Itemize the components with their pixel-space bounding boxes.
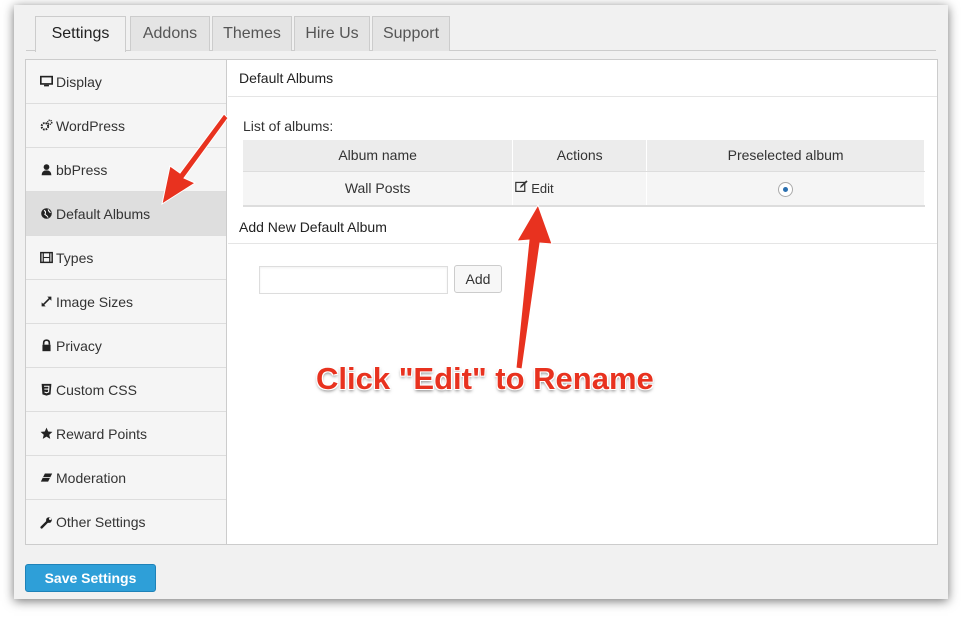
actions-cell: Edit bbox=[512, 171, 648, 207]
settings-panel: Display WordPress bbPress Default Albums… bbox=[25, 59, 938, 545]
gears-icon bbox=[38, 118, 54, 134]
tab-hire-us[interactable]: Hire Us bbox=[294, 16, 370, 51]
sidebar-item-bbpress[interactable]: bbPress bbox=[26, 148, 226, 192]
album-name-cell: Wall Posts bbox=[243, 171, 514, 207]
sidebar-item-label: Types bbox=[56, 249, 94, 266]
sidebar-item-label: Image Sizes bbox=[56, 293, 134, 310]
sidebar-item-wordpress[interactable]: WordPress bbox=[26, 104, 226, 148]
sidebar-item-label: Moderation bbox=[56, 469, 127, 486]
add-section-title: Add New Default Album bbox=[228, 210, 937, 244]
preselected-radio[interactable] bbox=[778, 181, 794, 197]
main-content: Default Albums List of albums: Album nam… bbox=[228, 60, 937, 544]
column-header: Preselected album bbox=[646, 140, 925, 172]
settings-window: Settings Addons Themes Hire Us Support D… bbox=[14, 5, 948, 599]
tab-bar: Settings Addons Themes Hire Us Support bbox=[26, 11, 936, 52]
column-header: Actions bbox=[512, 140, 648, 172]
sidebar-item-label: WordPress bbox=[56, 117, 125, 134]
add-button[interactable]: Add bbox=[454, 265, 502, 293]
sidebar-item-default-albums[interactable]: Default Albums bbox=[26, 192, 226, 236]
css3-icon bbox=[38, 382, 54, 398]
tab-themes[interactable]: Themes bbox=[212, 16, 292, 51]
save-settings-button[interactable]: Save Settings bbox=[25, 564, 156, 592]
column-header: Album name bbox=[243, 140, 514, 172]
preselected-cell bbox=[646, 171, 925, 207]
eraser-icon bbox=[38, 470, 54, 486]
new-album-input[interactable] bbox=[259, 266, 448, 294]
monitor-icon bbox=[38, 74, 54, 90]
sidebar-item-label: Reward Points bbox=[56, 425, 148, 442]
sidebar-item-custom-css[interactable]: Custom CSS bbox=[26, 368, 226, 412]
sidebar-item-label: Default Albums bbox=[56, 205, 151, 222]
tab-addons[interactable]: Addons bbox=[130, 16, 210, 51]
edit-label: Edit bbox=[531, 180, 554, 196]
sidebar-item-moderation[interactable]: Moderation bbox=[26, 456, 226, 500]
lock-icon bbox=[38, 338, 54, 354]
tab-settings[interactable]: Settings bbox=[35, 16, 126, 52]
sidebar-item-label: Privacy bbox=[56, 337, 102, 354]
sidebar-item-types[interactable]: Types bbox=[26, 236, 226, 280]
sidebar-item-privacy[interactable]: Privacy bbox=[26, 324, 226, 368]
list-label: List of albums: bbox=[243, 118, 334, 134]
section-title: Default Albums bbox=[228, 60, 937, 97]
resize-icon bbox=[38, 294, 54, 310]
globe-icon bbox=[38, 206, 54, 222]
sidebar-item-image-sizes[interactable]: Image Sizes bbox=[26, 280, 226, 324]
edit-icon bbox=[515, 180, 528, 196]
albums-table: Album name Actions Preselected album Wal… bbox=[243, 140, 925, 207]
tab-support[interactable]: Support bbox=[372, 16, 450, 51]
sidebar-item-label: Display bbox=[56, 73, 102, 90]
user-icon bbox=[38, 162, 54, 178]
sidebar-item-label: Custom CSS bbox=[56, 381, 137, 398]
sidebar-item-label: Other Settings bbox=[56, 514, 146, 530]
sidebar: Display WordPress bbPress Default Albums… bbox=[26, 60, 227, 544]
sidebar-item-other-settings[interactable]: Other Settings bbox=[26, 500, 226, 544]
sidebar-item-reward-points[interactable]: Reward Points bbox=[26, 412, 226, 456]
table-row: Wall Posts Edit bbox=[243, 171, 925, 207]
annotation-text: Click "Edit" to Rename bbox=[316, 361, 654, 396]
wrench-icon bbox=[38, 514, 54, 530]
star-icon bbox=[38, 426, 54, 442]
sidebar-item-display[interactable]: Display bbox=[26, 60, 226, 104]
sidebar-item-label: bbPress bbox=[56, 161, 108, 178]
edit-link[interactable]: Edit bbox=[515, 180, 554, 196]
film-icon bbox=[38, 250, 54, 266]
